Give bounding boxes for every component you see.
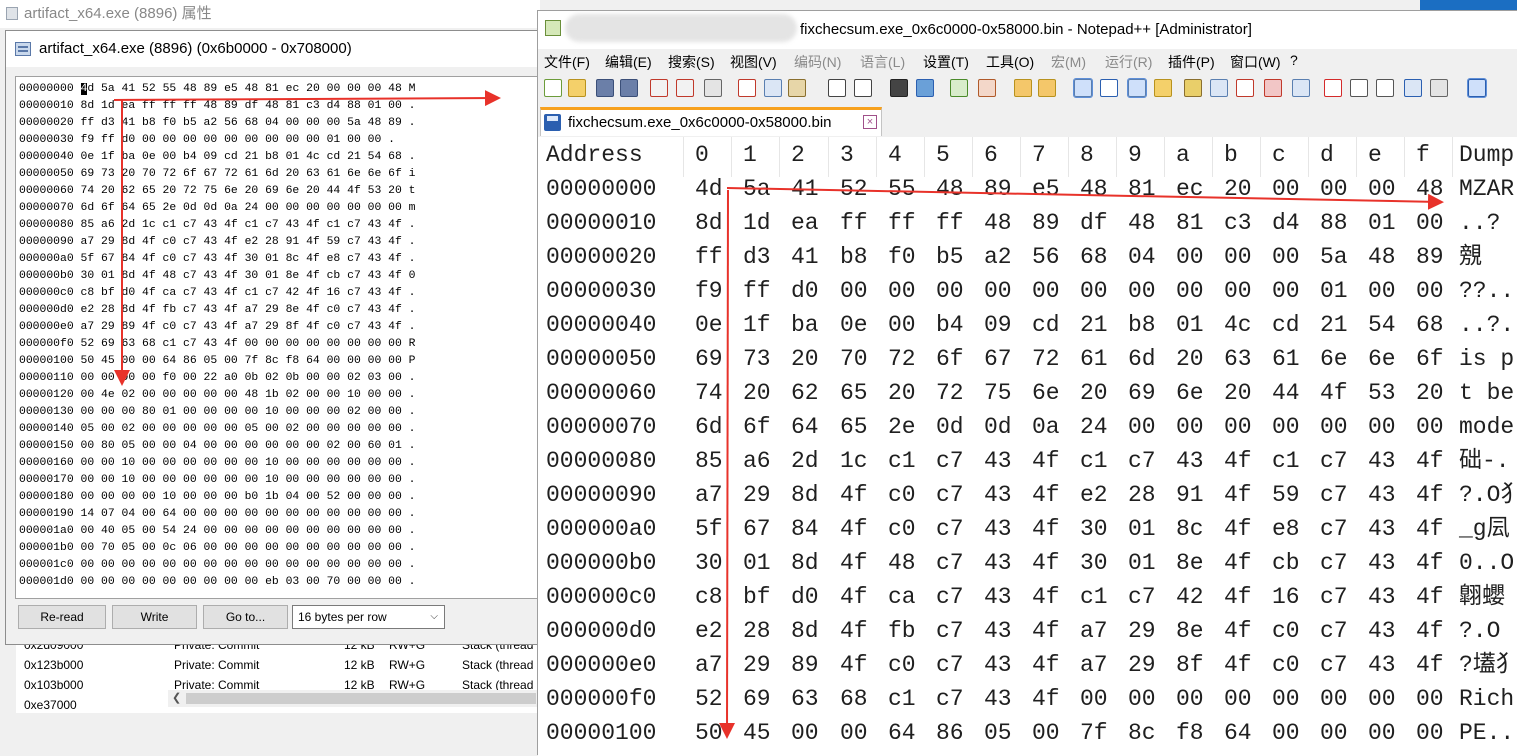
arrow-right-vertical — [719, 189, 736, 739]
annotation-arrows — [113, 90, 1444, 739]
arrow-left-horizontal — [113, 90, 501, 107]
arrow-right-horizontal — [726, 187, 1444, 210]
